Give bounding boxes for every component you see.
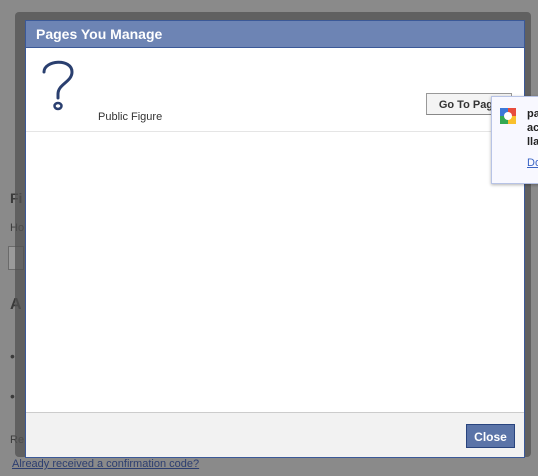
question-mark-icon [38,54,78,114]
google-notification-popup[interactable]: pa ac lla Do [491,96,538,184]
popup-text: pa ac lla [527,107,538,149]
confirmation-code-link[interactable]: Already received a confirmation code? [12,458,199,470]
google-icon [500,108,516,124]
page-name[interactable]: Public Figure [98,111,162,123]
list-item: Public Figure Go To Page [26,48,524,132]
dialog-footer: Close [26,412,524,457]
dialog-title: Pages You Manage [26,21,524,48]
popup-link[interactable]: Do [527,157,538,169]
popup-text-line-1: pa [527,108,538,120]
popup-text-line-3: lla [527,136,538,148]
popup-text-line-2: ac [527,122,538,134]
pages-you-manage-dialog: Pages You Manage Public Figure Go To Pag… [25,20,525,458]
close-button[interactable]: Close [466,424,515,448]
